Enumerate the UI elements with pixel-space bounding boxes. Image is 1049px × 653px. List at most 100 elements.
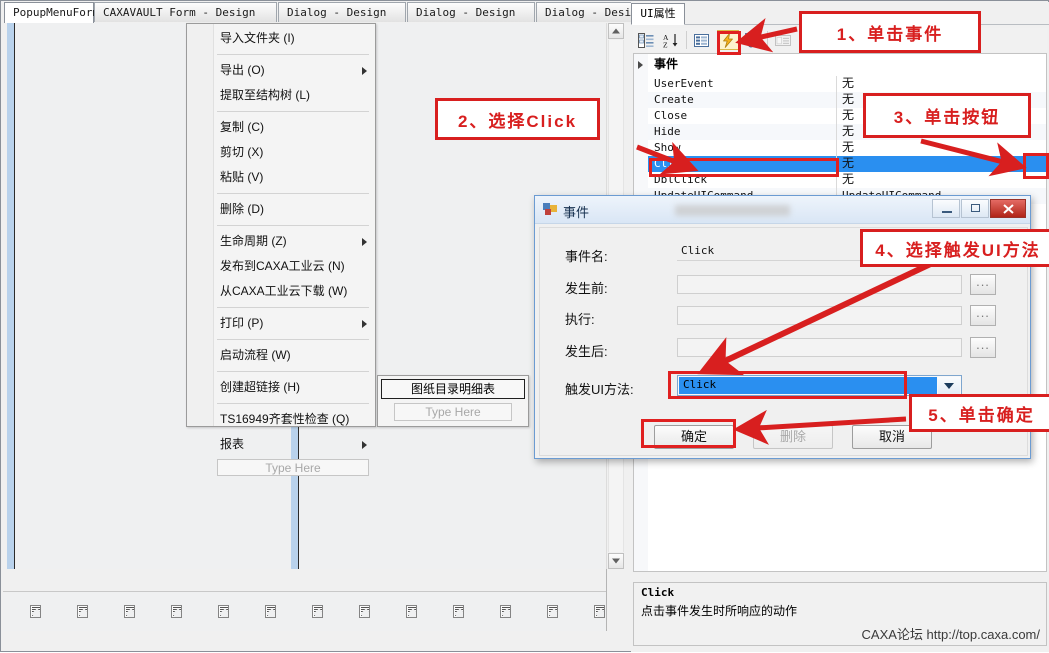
events-lightning-icon: [723, 33, 733, 48]
combobox-dropdown-button[interactable]: [938, 377, 960, 394]
column-divider: [836, 124, 837, 140]
property-value[interactable]: 无: [842, 140, 854, 155]
component-thumbnail-icon[interactable]: [500, 605, 511, 618]
menu-item[interactable]: 生命周期 (Z): [187, 229, 375, 254]
menu-item-label: TS16949齐套性检查 (Q): [220, 412, 350, 426]
document-tab-1[interactable]: CAXAVAULT Form - Design: [94, 2, 277, 22]
component-thumbnail-icon[interactable]: [312, 605, 323, 618]
menu-item[interactable]: 粘贴 (V): [187, 165, 375, 190]
menu-type-here-placeholder[interactable]: Type Here: [217, 459, 369, 476]
menu-item-label: 启动流程 (W): [220, 348, 291, 362]
menu-item[interactable]: 导出 (O): [187, 58, 375, 83]
property-pages-button[interactable]: [742, 30, 764, 50]
scroll-up-button[interactable]: [608, 23, 624, 39]
chevron-down-icon: [944, 382, 954, 389]
menu-item[interactable]: 创建超链接 (H): [187, 375, 375, 400]
maximize-button[interactable]: [961, 199, 989, 218]
dialog-title: 事件: [563, 205, 590, 220]
component-thumbnail-icon[interactable]: [124, 605, 135, 618]
menu-item[interactable]: 导入文件夹 (I): [187, 26, 375, 51]
execute-input[interactable]: [677, 306, 962, 325]
column-divider: [836, 108, 837, 124]
execute-browse-button[interactable]: ...: [970, 305, 996, 326]
menu-item[interactable]: 打印 (P): [187, 311, 375, 336]
component-thumbnail-icon[interactable]: [359, 605, 370, 618]
component-thumbnail-icon[interactable]: [406, 605, 417, 618]
minimize-button[interactable]: [932, 199, 960, 218]
property-value[interactable]: 无: [842, 172, 854, 187]
close-icon: [1003, 204, 1014, 214]
menu-separator: [217, 371, 369, 372]
context-submenu[interactable]: 图纸目录明细表 Type Here: [377, 375, 529, 427]
messages-button[interactable]: [772, 30, 794, 50]
tab-ui-properties[interactable]: UI属性: [631, 3, 685, 25]
menu-item[interactable]: 启动流程 (W): [187, 343, 375, 368]
property-row-dblclick[interactable]: DblClick 无: [648, 172, 1046, 188]
field-label-after: 发生后:: [565, 344, 608, 359]
menu-item[interactable]: TS16949齐套性检查 (Q): [187, 407, 375, 432]
properties-page-icon: [694, 34, 709, 47]
menu-item-label: 发布到CAXA工业云 (N): [220, 259, 345, 273]
menu-item-label: 删除 (D): [220, 202, 264, 216]
ok-button[interactable]: 确定: [654, 425, 734, 449]
document-tab-2[interactable]: Dialog - Design: [278, 2, 406, 22]
column-divider: [836, 92, 837, 108]
component-thumbnail-icon[interactable]: [594, 605, 605, 618]
menu-item[interactable]: 删除 (D): [187, 197, 375, 222]
menu-item[interactable]: 发布到CAXA工业云 (N): [187, 254, 375, 279]
trigger-ui-method-combobox[interactable]: Click: [677, 375, 962, 396]
component-thumbnail-icon[interactable]: [77, 605, 88, 618]
messages-icon: [775, 35, 791, 46]
property-value[interactable]: 无: [842, 124, 854, 139]
component-thumbnail-icon[interactable]: [453, 605, 464, 618]
menu-separator: [217, 339, 369, 340]
dialog-title-bar: 事件: [535, 196, 1030, 224]
component-thumbnail-icon[interactable]: [30, 605, 41, 618]
component-thumbnail-icon[interactable]: [171, 605, 182, 618]
document-tab-0[interactable]: PopupMenuForm: [4, 2, 99, 24]
properties-page-button[interactable]: [691, 30, 713, 50]
menu-item[interactable]: 复制 (C): [187, 115, 375, 140]
property-value[interactable]: 无: [842, 92, 854, 107]
combobox-selected-area[interactable]: Click: [679, 377, 937, 394]
menu-item[interactable]: 从CAXA工业云下载 (W): [187, 279, 375, 304]
field-label-execute: 执行:: [565, 312, 595, 327]
category-row-events[interactable]: 事件: [634, 54, 1046, 74]
property-value[interactable]: 无: [842, 76, 854, 91]
before-browse-button[interactable]: ...: [970, 274, 996, 295]
scroll-down-button[interactable]: [608, 553, 624, 569]
menu-item-label: 复制 (C): [220, 120, 264, 134]
property-value[interactable]: 无: [842, 156, 854, 171]
submenu-type-here-placeholder[interactable]: Type Here: [394, 403, 512, 421]
property-value[interactable]: 无: [842, 108, 854, 123]
events-view-button[interactable]: [717, 30, 739, 50]
component-tray[interactable]: [3, 591, 606, 631]
submenu-arrow-icon: [362, 237, 367, 246]
annotation-callout-5: 5、单击确定: [909, 394, 1049, 432]
collapse-triangle-icon[interactable]: [638, 61, 643, 69]
property-row-userevent[interactable]: UserEvent 无: [648, 76, 1046, 92]
document-tab-3[interactable]: Dialog - Design: [407, 2, 535, 22]
column-divider: [836, 76, 837, 92]
component-thumbnail-icon[interactable]: [265, 605, 276, 618]
after-browse-button[interactable]: ...: [970, 337, 996, 358]
menu-item[interactable]: 剪切 (X): [187, 140, 375, 165]
blurred-title-text: [675, 205, 790, 216]
property-name: Close: [654, 109, 688, 122]
property-row-show[interactable]: Show 无: [648, 140, 1046, 156]
categorized-view-button[interactable]: [635, 30, 657, 50]
menu-item[interactable]: 提取至结构树 (L): [187, 83, 375, 108]
close-button[interactable]: [990, 199, 1026, 218]
field-label-before: 发生前:: [565, 281, 608, 296]
canvas-left-guide-band: [7, 23, 14, 569]
submenu-item-drawing-catalog[interactable]: 图纸目录明细表: [381, 379, 525, 399]
context-menu[interactable]: 导入文件夹 (I) 导出 (O) 提取至结构树 (L) 复制 (C) 剪切 (X) 粘贴 …: [186, 23, 376, 476]
component-thumbnail-icon[interactable]: [218, 605, 229, 618]
property-row-click[interactable]: Click 无: [648, 156, 1046, 172]
menu-item[interactable]: 报表: [187, 432, 375, 457]
component-thumbnail-icon[interactable]: [547, 605, 558, 618]
after-input[interactable]: [677, 338, 962, 357]
before-input[interactable]: [677, 275, 962, 294]
menu-separator: [217, 307, 369, 308]
alphabetical-sort-button[interactable]: A Z: [660, 30, 682, 50]
